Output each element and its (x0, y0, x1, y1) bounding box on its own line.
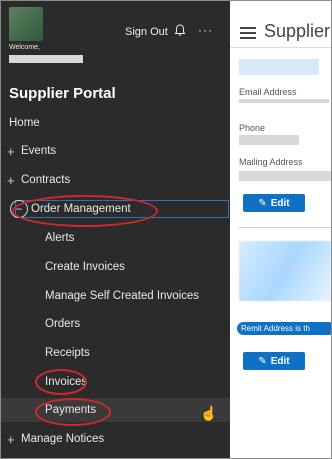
edit-button[interactable]: ✎ Edit (243, 194, 305, 212)
sidebar-subitem-alerts[interactable]: Alerts (1, 226, 230, 250)
edit-button-label: Edit (270, 197, 290, 209)
more-menu-icon[interactable]: ··· (198, 23, 213, 37)
portal-title: Supplier Portal (9, 85, 116, 102)
phone-placeholder (239, 135, 299, 145)
sidebar-item-home[interactable]: Home (1, 111, 230, 135)
sidebar-item-label: Payments (45, 404, 97, 416)
sidebar-item-label: Alerts (45, 232, 75, 244)
username-placeholder (9, 55, 83, 63)
sidebar-subitem-payments[interactable]: Payments (1, 398, 230, 422)
remit-address-banner: Remit Address is th (237, 322, 331, 335)
welcome-text: Welcome, (9, 44, 40, 51)
sidebar-subitem-orders[interactable]: Orders (1, 312, 230, 336)
sidebar-item-label: Invoices (45, 376, 88, 388)
header-divider (230, 47, 331, 48)
pencil-icon: ✎ (258, 197, 267, 209)
edit-remit-button[interactable]: ✎ Edit (243, 352, 305, 370)
sidebar: Welcome, Sign Out ··· Supplier Portal Ho… (1, 1, 230, 458)
sidebar-subitem-invoices[interactable]: Invoices (1, 370, 230, 394)
phone-label: Phone (239, 123, 266, 133)
sidebar-item-events[interactable]: + Events (1, 139, 230, 163)
sidebar-item-manage-notices[interactable]: + Manage Notices (1, 427, 230, 451)
app-frame: Welcome, Sign Out ··· Supplier Portal Ho… (0, 0, 332, 459)
expand-icon[interactable]: + (7, 432, 15, 447)
expand-icon[interactable]: + (7, 144, 15, 159)
supplier-name-placeholder (239, 59, 319, 75)
sidebar-item-label: Home (9, 117, 40, 129)
avatar[interactable] (9, 7, 43, 41)
sidebar-item-label: Order Management (31, 203, 131, 215)
sidebar-subitem-receipts[interactable]: Receipts (1, 341, 230, 365)
sidebar-subitem-manage-self-created-invoices[interactable]: Manage Self Created Invoices (1, 284, 230, 308)
page-title: Supplier - (264, 21, 331, 41)
sidebar-item-order-management[interactable]: Order Management (1, 197, 230, 221)
mailing-address-placeholder (239, 171, 331, 181)
hand-cursor-icon: ☝ (200, 405, 218, 421)
edit-button-label: Edit (270, 355, 290, 367)
sidebar-item-label: Manage Self Created Invoices (45, 290, 200, 302)
sidebar-item-label: Receipts (45, 347, 90, 359)
sign-out-button[interactable]: Sign Out (125, 26, 168, 38)
bell-icon[interactable] (173, 23, 187, 37)
remit-address-placeholder (239, 241, 331, 301)
sidebar-item-label: Events (21, 145, 57, 157)
mailing-address-label: Mailing Address (239, 157, 303, 167)
sidebar-item-label: Orders (45, 318, 81, 330)
sidebar-subitem-create-invoices[interactable]: Create Invoices (1, 255, 230, 279)
section-divider (239, 227, 331, 228)
email-placeholder (239, 99, 329, 103)
sidebar-item-label: Contracts (21, 174, 71, 186)
hamburger-menu-icon[interactable] (240, 27, 256, 39)
expand-icon[interactable]: + (7, 173, 15, 188)
sidebar-item-label: Create Invoices (45, 261, 125, 273)
sidebar-item-contracts[interactable]: + Contracts (1, 168, 230, 192)
email-label: Email Address (239, 87, 297, 97)
sidebar-item-label: Manage Notices (21, 433, 105, 445)
pencil-icon: ✎ (258, 355, 267, 367)
main-panel: Supplier - Email Address Phone Mailing A… (230, 1, 331, 458)
